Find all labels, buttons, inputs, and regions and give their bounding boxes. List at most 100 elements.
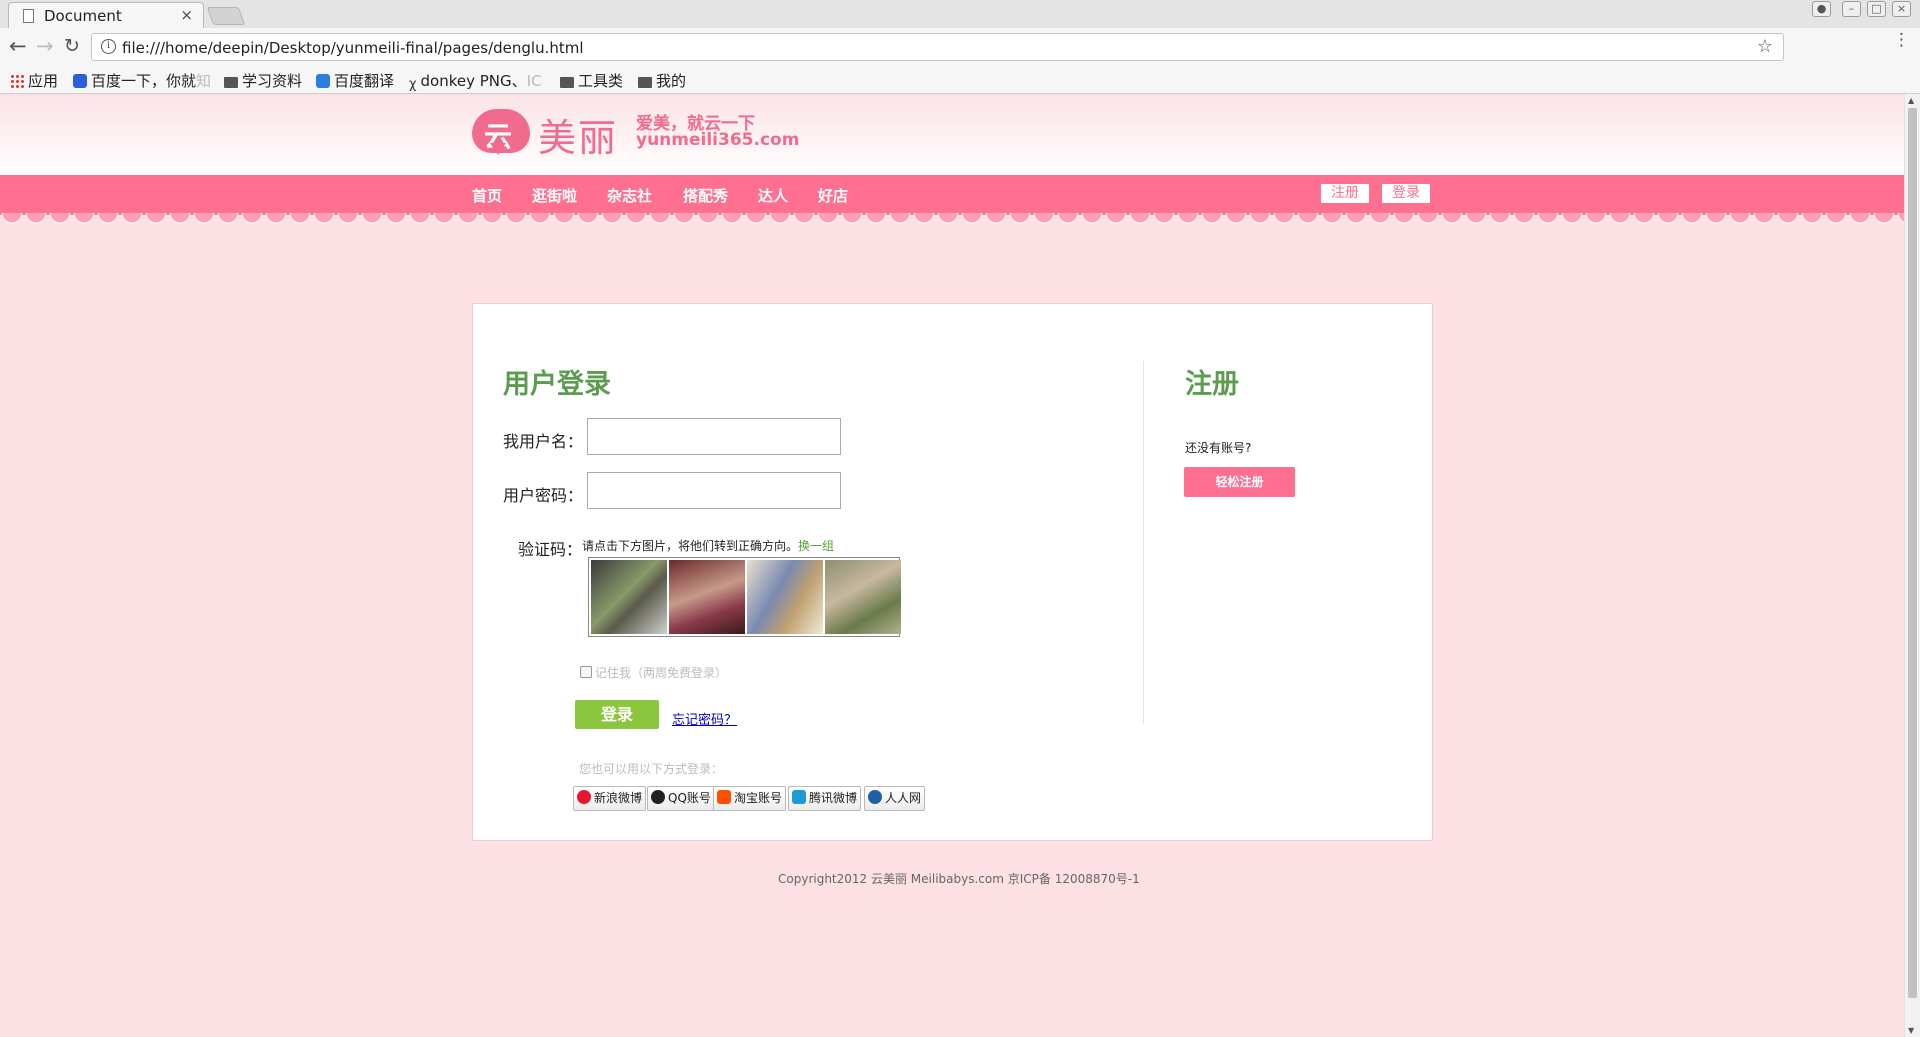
new-tab-button[interactable] [206, 7, 246, 25]
social-label: 人人网 [885, 791, 922, 805]
back-icon[interactable]: ← [9, 34, 27, 58]
bookmark-tools[interactable]: 工具类 [560, 70, 623, 91]
logo-text[interactable]: 美丽 [538, 107, 618, 162]
scrollbar-thumb[interactable] [1908, 108, 1917, 998]
site-info-icon[interactable]: i [101, 39, 116, 54]
tab-close-icon[interactable]: × [180, 6, 193, 24]
tencent-weibo-icon [792, 790, 806, 804]
browser-tab[interactable]: Document × [8, 2, 204, 28]
logo-char: 云 [484, 120, 513, 153]
baidu-paw-icon [73, 74, 87, 88]
page-content: 云 美丽 爱美，就云一下 yunmeili365.com 首页 逛街啦 杂志社 … [0, 95, 1904, 1037]
scallop-border [0, 213, 1904, 229]
bookmark-label-faded: 知 [196, 72, 212, 90]
bookmarks-bar: 应用 百度一下，你就知 学习资料 百度翻译 χ donkey PNG、IC 工具类… [0, 66, 1920, 94]
username-input[interactable] [587, 418, 841, 455]
remember-checkbox[interactable] [580, 666, 592, 678]
password-input[interactable] [587, 472, 841, 509]
remember-label: 记住我（两周免费登录） [595, 666, 728, 680]
apps-grid-icon [10, 74, 24, 88]
bookmark-star-icon[interactable]: ☆ [1757, 36, 1773, 57]
register-hint: 还没有账号? [1185, 441, 1252, 455]
login-tencent-weibo-button[interactable]: 腾讯微博 [788, 786, 862, 811]
register-title: 注册 [1185, 369, 1239, 400]
vertical-scrollbar[interactable]: ▲ ▼ [1904, 94, 1920, 1037]
folder-icon [224, 77, 238, 88]
bookmark-apps[interactable]: 应用 [10, 70, 58, 91]
captcha-image[interactable] [591, 560, 667, 634]
username-label: 我用户名： [503, 432, 584, 451]
browser-toolbar: ← → ↻ i file:///home/deepin/Desktop/yunm… [0, 28, 1920, 66]
nav-outfits[interactable]: 搭配秀 [683, 185, 728, 206]
captcha-image[interactable] [747, 560, 823, 634]
maximize-icon[interactable]: □ [1867, 1, 1886, 17]
folder-icon [560, 77, 574, 88]
social-label: QQ账号 [668, 791, 711, 805]
bookmark-baidu-translate[interactable]: 百度翻译 [316, 70, 394, 91]
bookmark-baidu[interactable]: 百度一下，你就知 [73, 70, 211, 91]
login-taobao-button[interactable]: 淘宝账号 [713, 786, 787, 811]
bookmark-label: 工具类 [578, 72, 624, 90]
bookmark-donkey[interactable]: χ donkey PNG、IC [409, 70, 542, 92]
close-window-icon[interactable]: × [1892, 1, 1911, 17]
login-submit-button[interactable]: 登录 [575, 700, 659, 729]
baidu-translate-icon [316, 74, 330, 88]
nav-home[interactable]: 首页 [472, 185, 502, 206]
donkey-icon: χ [409, 77, 417, 92]
alt-login-hint: 您也可以用以下方式登录： [579, 762, 724, 776]
remember-me[interactable]: 记住我（两周免费登录） [580, 664, 727, 681]
sina-weibo-icon [577, 790, 591, 804]
login-sina-weibo-button[interactable]: 新浪微博 [573, 786, 647, 811]
bookmark-label-faded: IC [526, 72, 542, 90]
captcha-images [588, 557, 901, 637]
captcha-hint-text: 请点击下方图片，将他们转到正确方向。 [582, 539, 799, 553]
nav-register-button[interactable]: 注册 [1321, 184, 1369, 203]
forward-icon[interactable]: → [36, 34, 54, 58]
forgot-password-link[interactable]: 忘记密码？ [672, 709, 737, 728]
login-card: 用户登录 我用户名： 用户密码： 验证码： 请点击下方图片，将他们转到正确方向。… [472, 303, 1433, 841]
taobao-icon [717, 790, 731, 804]
qq-penguin-icon [651, 790, 665, 804]
minimize-icon[interactable]: – [1842, 1, 1861, 17]
folder-icon [638, 77, 652, 88]
main-nav: 首页 逛街啦 杂志社 搭配秀 达人 好店 注册 登录 [0, 175, 1904, 215]
captcha-image[interactable] [669, 560, 745, 634]
login-qq-button[interactable]: QQ账号 [647, 786, 715, 811]
profile-icon[interactable]: ● [1812, 1, 1831, 17]
column-divider [1143, 361, 1144, 724]
scroll-up-icon[interactable]: ▲ [1908, 96, 1914, 105]
login-title: 用户登录 [503, 369, 611, 400]
easy-register-button[interactable]: 轻松注册 [1184, 467, 1295, 497]
browser-menu-icon[interactable]: ⋮ [1893, 32, 1910, 49]
bookmark-label: 学习资料 [242, 72, 303, 90]
logo-cloud-icon[interactable]: 云 [472, 109, 530, 155]
bookmark-label: donkey PNG、 [420, 72, 527, 90]
login-renren-button[interactable]: 人人网 [864, 786, 926, 811]
captcha-swap-link[interactable]: 换一组 [798, 539, 834, 553]
social-label: 淘宝账号 [734, 791, 783, 805]
renren-icon [868, 790, 882, 804]
bookmark-label: 我的 [656, 72, 687, 90]
captcha-image[interactable] [825, 560, 901, 634]
social-label: 新浪微博 [594, 791, 643, 805]
scroll-down-icon[interactable]: ▼ [1908, 1026, 1914, 1035]
nav-shops[interactable]: 好店 [818, 185, 848, 206]
reload-icon[interactable]: ↻ [64, 34, 80, 58]
tab-title: Document [44, 7, 122, 25]
captcha-hint: 请点击下方图片，将他们转到正确方向。换一组 [582, 537, 834, 554]
site-domain: yunmeili365.com [636, 130, 800, 150]
password-label: 用户密码： [503, 486, 584, 505]
nav-magazine[interactable]: 杂志社 [607, 185, 652, 206]
nav-shopping[interactable]: 逛街啦 [532, 185, 577, 206]
social-label: 腾讯微博 [809, 791, 858, 805]
nav-experts[interactable]: 达人 [758, 185, 788, 206]
nav-login-button[interactable]: 登录 [1382, 184, 1430, 203]
tab-strip: Document × ● – □ × [0, 0, 1920, 28]
bookmark-label: 百度一下，你就 [91, 72, 197, 90]
page-icon [23, 9, 34, 23]
address-bar[interactable]: i file:///home/deepin/Desktop/yunmeili-f… [91, 33, 1784, 61]
copyright-text: Copyright2012 云美丽 Meilibabys.com 京ICP备 1… [778, 872, 1140, 886]
bookmark-study[interactable]: 学习资料 [224, 70, 302, 91]
bookmark-mine[interactable]: 我的 [638, 70, 686, 91]
url-text[interactable]: file:///home/deepin/Desktop/yunmeili-fin… [122, 39, 584, 57]
